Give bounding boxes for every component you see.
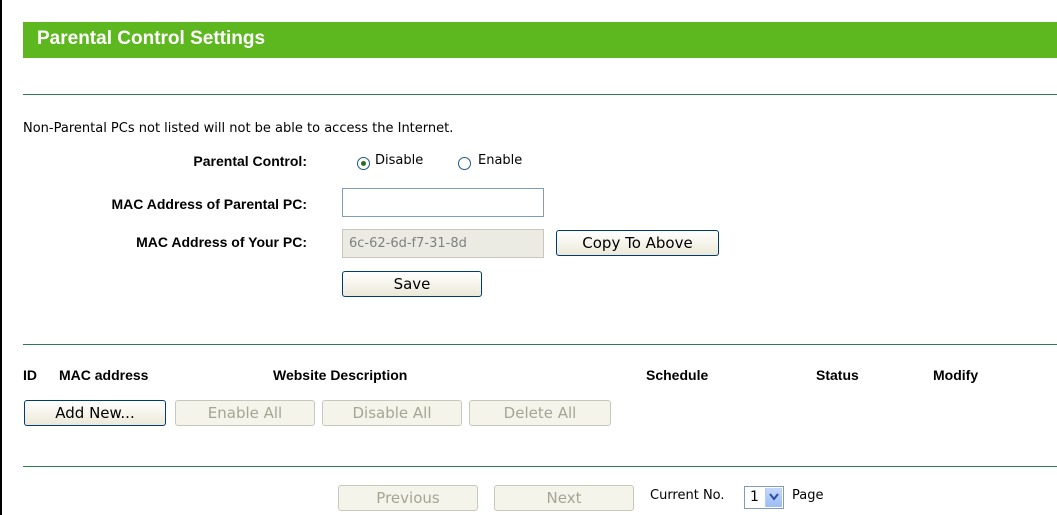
title-bar: Parental Control Settings	[23, 22, 1057, 58]
your-mac-input: 6c-62-6d-f7-31-8d	[342, 229, 544, 258]
column-schedule: Schedule	[646, 367, 709, 383]
divider-top	[23, 94, 1057, 95]
column-status: Status	[816, 367, 859, 383]
enable-label: Enable	[478, 153, 523, 168]
previous-button[interactable]: Previous	[338, 485, 478, 511]
save-button[interactable]: Save	[342, 271, 482, 297]
disable-all-button[interactable]: Disable All	[322, 400, 462, 426]
chevron-down-icon[interactable]	[765, 488, 782, 507]
page-select-value: 1	[750, 489, 759, 505]
frame-border	[0, 0, 2, 515]
copy-to-above-button[interactable]: Copy To Above	[556, 230, 719, 256]
page-title: Parental Control Settings	[37, 28, 266, 49]
parental-mac-input[interactable]	[342, 188, 544, 217]
notice-text: Non-Parental PCs not listed will not be …	[23, 121, 454, 136]
disable-label: Disable	[375, 153, 424, 168]
add-new-button[interactable]: Add New...	[24, 400, 166, 426]
column-mac-address: MAC address	[59, 367, 149, 383]
disable-radio[interactable]	[357, 157, 370, 170]
current-no-label: Current No.	[650, 488, 725, 503]
enable-all-button[interactable]: Enable All	[175, 400, 315, 426]
page-label: Page	[792, 488, 824, 503]
divider-middle	[23, 344, 1057, 345]
column-website-description: Website Description	[273, 367, 408, 383]
enable-radio[interactable]	[458, 157, 471, 170]
column-id: ID	[23, 367, 37, 383]
parental-control-label: Parental Control:	[193, 153, 307, 169]
delete-all-button[interactable]: Delete All	[469, 400, 611, 426]
next-button[interactable]: Next	[494, 485, 634, 511]
divider-bottom	[23, 466, 1057, 467]
column-modify: Modify	[933, 367, 979, 383]
your-mac-label: MAC Address of Your PC:	[136, 234, 307, 250]
parental-mac-label: MAC Address of Parental PC:	[111, 196, 307, 212]
page-select[interactable]: 1	[744, 486, 784, 509]
